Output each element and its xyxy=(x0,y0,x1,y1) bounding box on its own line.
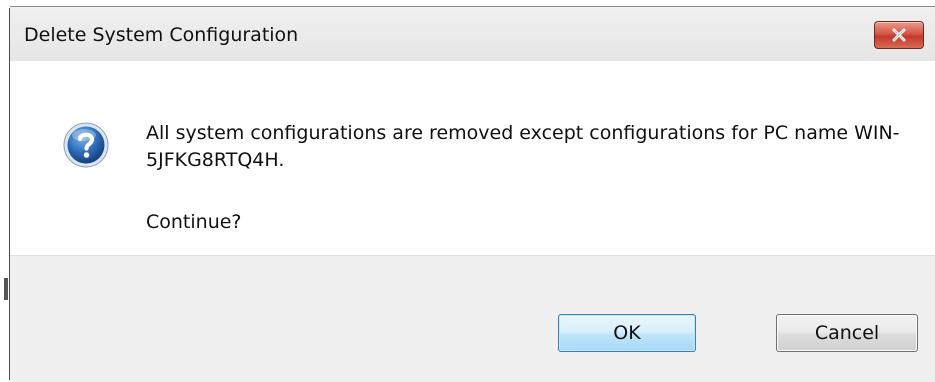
dialog-message: All system configurations are removed ex… xyxy=(146,122,900,171)
dialog-titlebar[interactable]: Delete System Configuration xyxy=(10,7,935,61)
question-icon xyxy=(62,121,110,169)
dialog-button-bar: OK Cancel xyxy=(10,255,935,382)
background-window-marker xyxy=(4,278,8,300)
close-icon xyxy=(891,28,907,42)
cancel-button[interactable]: Cancel xyxy=(776,314,918,352)
dialog-body: All system configurations are removed ex… xyxy=(10,61,935,261)
screen: Delete System Configuration All system c… xyxy=(0,0,935,382)
ok-button[interactable]: OK xyxy=(558,314,696,352)
dialog-title: Delete System Configuration xyxy=(24,24,299,46)
delete-configuration-dialog: Delete System Configuration All system c… xyxy=(10,6,935,382)
close-button[interactable] xyxy=(874,21,924,49)
dialog-prompt: Continue? xyxy=(146,211,242,233)
